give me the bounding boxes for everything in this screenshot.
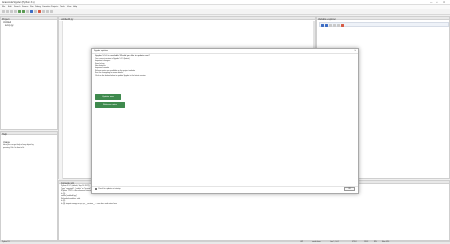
variable-explorer-title: Variable explorer — [318, 18, 336, 21]
variable-explorer-header: Variable explorer — [317, 17, 449, 21]
editor-tab-bar: untitled0.py — [59, 17, 315, 21]
import-data-icon[interactable] — [320, 23, 324, 27]
toolbar — [0, 9, 450, 15]
startup-check-label: Check for updates at startup — [98, 188, 121, 190]
search-icon[interactable] — [336, 23, 340, 27]
line-number-gutter — [59, 21, 63, 179]
help-panel-title: Help — [2, 133, 7, 136]
run-cell-advance-icon[interactable] — [26, 10, 29, 13]
stop-icon[interactable] — [38, 10, 41, 13]
app-title: Anaconda Spyder (Python 3.x) — [2, 1, 35, 4]
dialog-title-bar: Spyder updates ✕ — [92, 49, 358, 54]
variable-explorer-toolbar — [319, 22, 449, 27]
help-panel-header: Help — [1, 132, 57, 136]
debug-icon[interactable] — [30, 10, 33, 13]
remove-all-icon[interactable] — [340, 23, 344, 27]
release-notes-button[interactable]: Release notes — [95, 102, 125, 108]
dialog-close-icon[interactable]: ✕ — [354, 50, 356, 53]
update-now-button[interactable]: Update now — [95, 94, 121, 100]
close-button[interactable]: ✕ — [443, 1, 445, 4]
ok-button[interactable]: OK — [344, 187, 355, 191]
help-line: pressing Ctrl+I in front of it. — [3, 147, 25, 149]
open-file-icon[interactable] — [6, 10, 9, 13]
step-icon[interactable] — [34, 10, 37, 13]
project-panel-header: Project — [1, 17, 57, 21]
new-file-icon[interactable] — [2, 10, 5, 13]
startup-check-checkbox[interactable] — [95, 188, 97, 190]
update-dialog: Spyder updates ✕ Spyder 5.5.0 is availab… — [91, 48, 359, 194]
minimize-button[interactable]: — — [430, 1, 432, 4]
filter-icon[interactable] — [332, 23, 336, 27]
maximize-pane-icon[interactable] — [42, 10, 45, 13]
run-cell-icon[interactable] — [22, 10, 25, 13]
dialog-line: Click on the button below to update Spyd… — [95, 74, 146, 77]
project-item[interactable]: temp.py — [1, 24, 57, 27]
preferences-icon[interactable] — [46, 10, 49, 13]
project-panel: Project Untitled temp.py — [0, 16, 58, 130]
refresh-icon[interactable] — [328, 23, 332, 27]
save-all-icon[interactable] — [14, 10, 17, 13]
maximize-button[interactable]: □ — [436, 1, 437, 4]
help-panel: Help Usage Here you can get help of any … — [0, 131, 58, 241]
dialog-title: Spyder updates — [94, 50, 109, 52]
save-data-icon[interactable] — [324, 23, 328, 27]
dialog-body: Spyder 5.5.0 is available! Would you lik… — [95, 55, 150, 77]
console-line: In [3]: import numpy as np; np.__version… — [61, 202, 117, 205]
save-icon[interactable] — [10, 10, 13, 13]
python-path-icon[interactable] — [50, 10, 53, 13]
run-icon[interactable] — [18, 10, 21, 13]
dialog-divider — [92, 186, 358, 187]
